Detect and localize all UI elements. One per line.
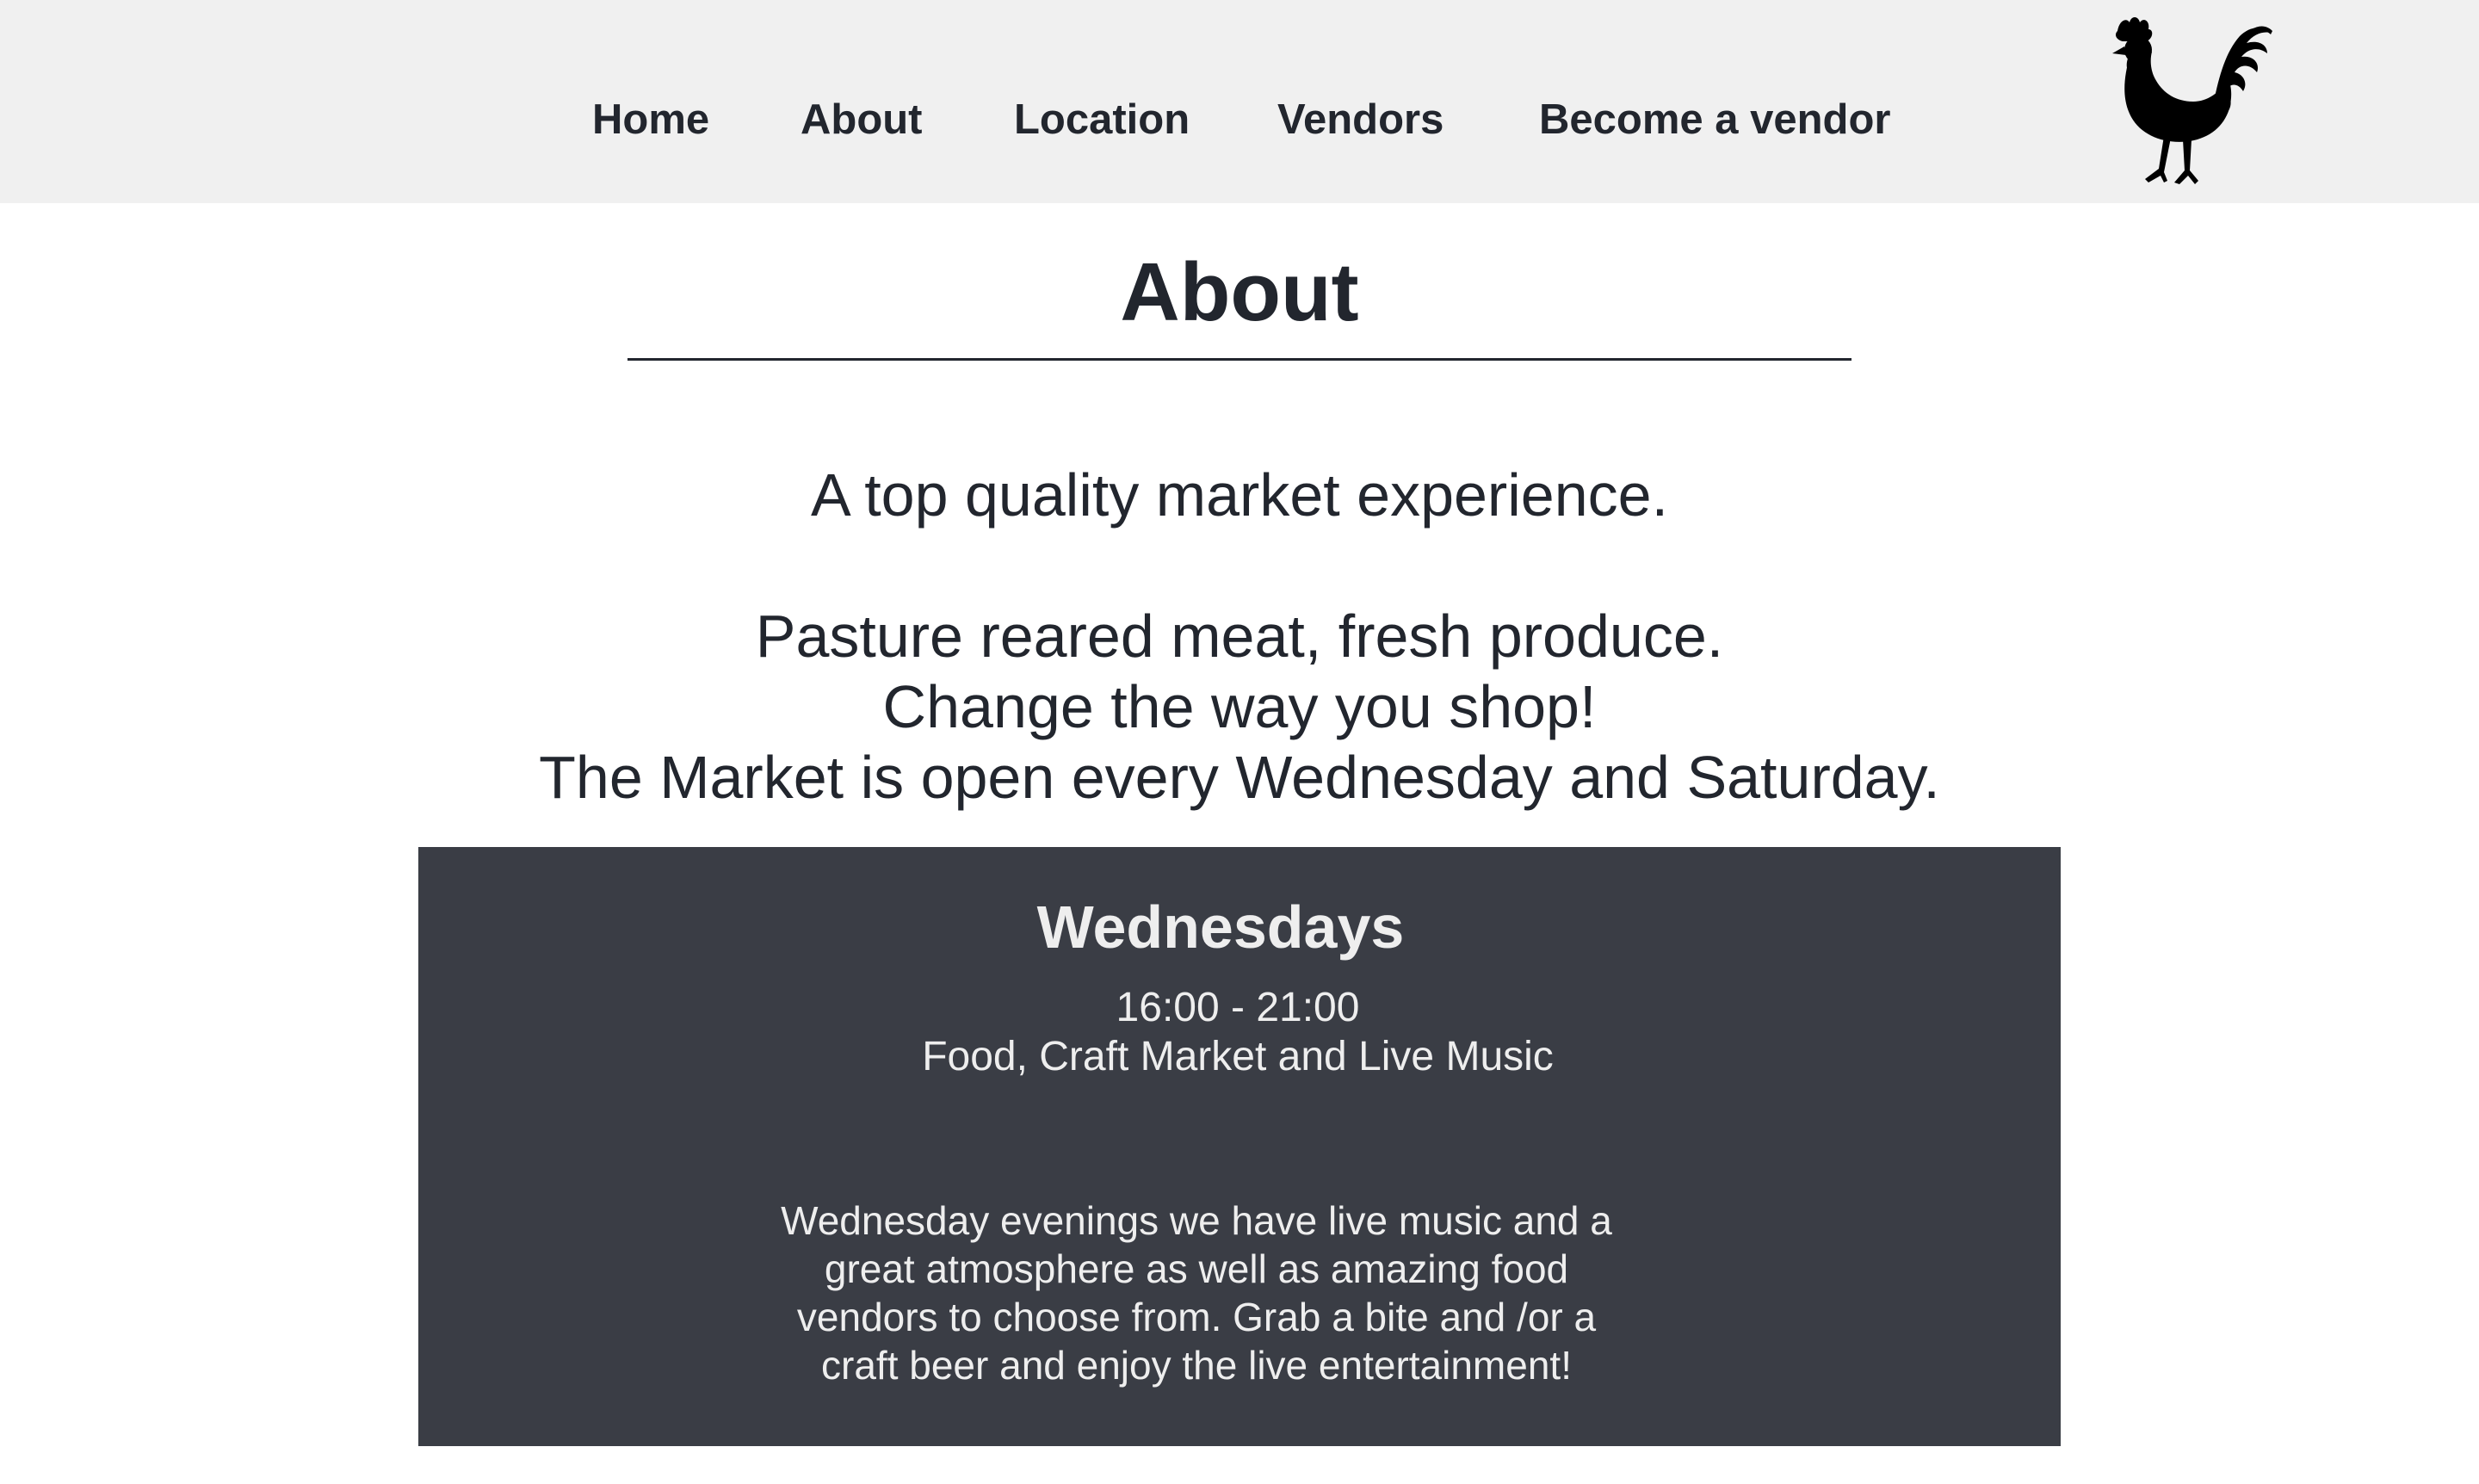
schedule-day-title: Wednesdays: [1036, 893, 1405, 961]
about-line: Pasture reared meat, fresh produce.: [755, 603, 1724, 670]
about-line: Change the way you shop!: [882, 673, 1597, 740]
navbar: Home About Location Vendors Become a ven…: [0, 0, 2479, 203]
schedule-features: Food, Craft Market and Live Music: [922, 1034, 1554, 1079]
schedule-meta: 16:00 - 21:00 Food, Craft Market and Liv…: [418, 983, 2061, 1081]
schedule-description: Wednesday evenings we have live music an…: [781, 1198, 1612, 1388]
nav-link-vendors[interactable]: Vendors: [1277, 99, 1444, 141]
page-title: About: [1120, 246, 1359, 338]
schedule-hours: 16:00 - 21:00: [1116, 985, 1360, 1030]
logo-link[interactable]: [2111, 15, 2272, 188]
nav-link-about[interactable]: About: [801, 99, 923, 141]
nav-link-location[interactable]: Location: [1014, 99, 1190, 141]
nav-link-home[interactable]: Home: [592, 99, 709, 141]
title-divider: [627, 358, 1852, 361]
nav-links: Home About Location Vendors Become a ven…: [0, 0, 2479, 203]
nav-link-become-a-vendor[interactable]: Become a vendor: [1539, 99, 1891, 141]
rooster-icon: [2112, 17, 2272, 184]
schedule-card-wednesdays: Wednesdays 16:00 - 21:00 Food, Craft Mar…: [418, 847, 2061, 1446]
about-description: Pasture reared meat, fresh produce. Chan…: [0, 601, 2479, 813]
about-line: The Market is open every Wednesday and S…: [539, 744, 1940, 811]
about-tagline: A top quality market experience.: [810, 461, 1669, 529]
